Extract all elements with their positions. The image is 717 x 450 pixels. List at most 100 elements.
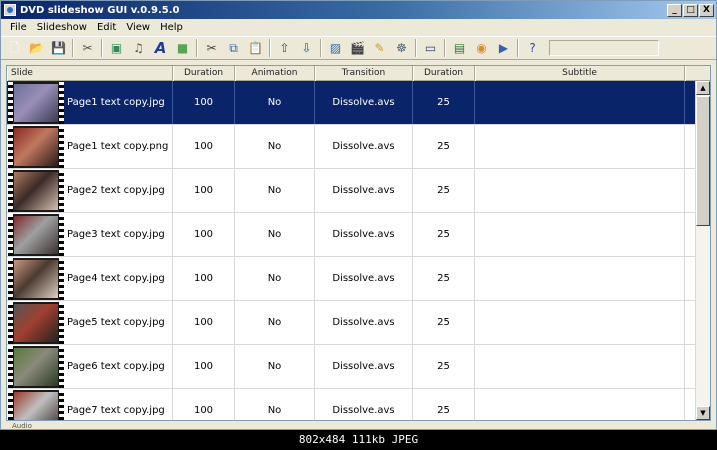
duration-cell[interactable]: 100 [173, 81, 235, 124]
restore-button[interactable]: □ [683, 3, 698, 17]
transition-duration-cell[interactable]: 25 [413, 345, 475, 388]
scrollbar-thumb[interactable] [696, 96, 710, 226]
subtitle-cell[interactable] [475, 257, 685, 300]
menu-edit[interactable]: Edit [92, 22, 121, 33]
animation-cell[interactable]: No [235, 257, 315, 300]
table-row[interactable]: Page1 text copy.png 100 No Dissolve.avs 25 [7, 125, 697, 169]
table-row[interactable]: Page7 text copy.jpg 100 No Dissolve.avs 25 [7, 389, 697, 420]
table-row[interactable]: Page2 text copy.jpg 100 No Dissolve.avs 25 [7, 169, 697, 213]
duration-cell[interactable]: 100 [173, 257, 235, 300]
transition-cell[interactable]: Dissolve.avs [315, 213, 413, 256]
title-bar[interactable]: DVD slideshow GUI v.0.9.5.0 _ □ X [1, 1, 716, 19]
duration-cell[interactable]: 100 [173, 125, 235, 168]
menu-help[interactable]: Help [155, 22, 188, 33]
header-slide[interactable]: Slide [7, 66, 173, 81]
menu-view[interactable]: View [121, 22, 155, 33]
image-caption: 802x484 111kb JPEG [0, 430, 717, 450]
subtitle-cell[interactable] [475, 81, 685, 124]
subtitle-cell[interactable] [475, 301, 685, 344]
table-row[interactable]: Page5 text copy.jpg 100 No Dissolve.avs 25 [7, 301, 697, 345]
minimize-button[interactable]: _ [667, 3, 682, 17]
transition-duration-cell[interactable]: 25 [413, 301, 475, 344]
presentation-icon[interactable]: ▭ [421, 39, 440, 58]
transition-cell[interactable]: Dissolve.avs [315, 389, 413, 420]
add-audio-icon[interactable]: ♫ [129, 39, 148, 58]
subtitle-cell[interactable] [475, 169, 685, 212]
table-row[interactable]: Page3 text copy.jpg 100 No Dissolve.avs 25 [7, 213, 697, 257]
text-icon[interactable]: A [151, 39, 170, 58]
transition-duration-cell[interactable]: 25 [413, 125, 475, 168]
save-icon[interactable]: 💾 [49, 39, 68, 58]
scroll-up-icon[interactable]: ▲ [696, 81, 710, 95]
window-controls: _ □ X [667, 3, 714, 17]
duration-cell[interactable]: 100 [173, 169, 235, 212]
duration-cell[interactable]: 100 [173, 213, 235, 256]
vertical-scrollbar[interactable]: ▲ ▼ [695, 81, 710, 420]
transition-duration-cell[interactable]: 25 [413, 257, 475, 300]
transition-cell[interactable]: Dissolve.avs [315, 301, 413, 344]
image-edit-icon[interactable]: ▨ [326, 39, 345, 58]
cut-icon[interactable]: ✂ [202, 39, 221, 58]
slide-cell[interactable]: Page1 text copy.png [7, 125, 173, 168]
slide-cell[interactable]: Page3 text copy.jpg [7, 213, 173, 256]
tools-icon[interactable]: ✂ [78, 39, 97, 58]
header-duration[interactable]: Duration [173, 66, 235, 81]
transition-cell[interactable]: Dissolve.avs [315, 125, 413, 168]
slide-cell[interactable]: Page7 text copy.jpg [7, 389, 173, 420]
header-transition-duration[interactable]: Duration [413, 66, 475, 81]
header-animation[interactable]: Animation [235, 66, 315, 81]
transition-cell[interactable]: Dissolve.avs [315, 345, 413, 388]
transition-duration-cell[interactable]: 25 [413, 169, 475, 212]
animation-cell[interactable]: No [235, 81, 315, 124]
transition-duration-cell[interactable]: 25 [413, 81, 475, 124]
add-image-icon[interactable]: ▣ [107, 39, 126, 58]
subtitle-cell[interactable] [475, 345, 685, 388]
transition-cell[interactable]: Dissolve.avs [315, 257, 413, 300]
slide-cell[interactable]: Page1 text copy.jpg [7, 81, 173, 124]
menu-slideshow[interactable]: Slideshow [32, 22, 92, 33]
subtitle-cell[interactable] [475, 125, 685, 168]
background-icon[interactable]: ■ [173, 39, 192, 58]
new-file-icon[interactable]: 🗋 [5, 39, 24, 58]
duration-cell[interactable]: 100 [173, 389, 235, 420]
table-row[interactable]: Page4 text copy.jpg 100 No Dissolve.avs 25 [7, 257, 697, 301]
duration-cell[interactable]: 100 [173, 345, 235, 388]
animation-cell[interactable]: No [235, 125, 315, 168]
subtitle-cell[interactable] [475, 389, 685, 420]
duration-cell[interactable]: 100 [173, 301, 235, 344]
table-row[interactable]: Page6 text copy.jpg 100 No Dissolve.avs 25 [7, 345, 697, 389]
slide-cell[interactable]: Page4 text copy.jpg [7, 257, 173, 300]
header-transition[interactable]: Transition [315, 66, 413, 81]
header-subtitle[interactable]: Subtitle [475, 66, 685, 81]
audio-track[interactable]: Audio [6, 422, 711, 429]
animation-cell[interactable]: No [235, 213, 315, 256]
slide-cell[interactable]: Page5 text copy.jpg [7, 301, 173, 344]
transition-cell[interactable]: Dissolve.avs [315, 81, 413, 124]
transition-cell[interactable]: Dissolve.avs [315, 169, 413, 212]
move-down-icon[interactable]: ⇩ [297, 39, 316, 58]
youtube-icon[interactable]: ▶ [494, 39, 513, 58]
subtitle-cell[interactable] [475, 213, 685, 256]
close-button[interactable]: X [699, 3, 714, 17]
animation-cell[interactable]: No [235, 345, 315, 388]
table-row[interactable]: Page1 text copy.jpg 100 No Dissolve.avs 25 [7, 81, 697, 125]
copy-icon[interactable]: ⧉ [224, 39, 243, 58]
disc-icon[interactable]: ◉ [472, 39, 491, 58]
scroll-down-icon[interactable]: ▼ [696, 406, 710, 420]
export-icon[interactable]: ▤ [450, 39, 469, 58]
animation-cell[interactable]: No [235, 301, 315, 344]
slide-cell[interactable]: Page6 text copy.jpg [7, 345, 173, 388]
brush-icon[interactable]: ✎ [370, 39, 389, 58]
animation-cell[interactable]: No [235, 169, 315, 212]
transition-duration-cell[interactable]: 25 [413, 213, 475, 256]
animation-cell[interactable]: No [235, 389, 315, 420]
help-icon[interactable]: ? [523, 39, 542, 58]
move-up-icon[interactable]: ⇧ [275, 39, 294, 58]
clapper-icon[interactable]: 🎬 [348, 39, 367, 58]
transition-duration-cell[interactable]: 25 [413, 389, 475, 420]
dvd-wizard-icon[interactable]: ☸ [392, 39, 411, 58]
open-folder-icon[interactable]: 📂 [27, 39, 46, 58]
slide-cell[interactable]: Page2 text copy.jpg [7, 169, 173, 212]
menu-file[interactable]: File [5, 22, 32, 33]
paste-icon[interactable]: 📋 [246, 39, 265, 58]
